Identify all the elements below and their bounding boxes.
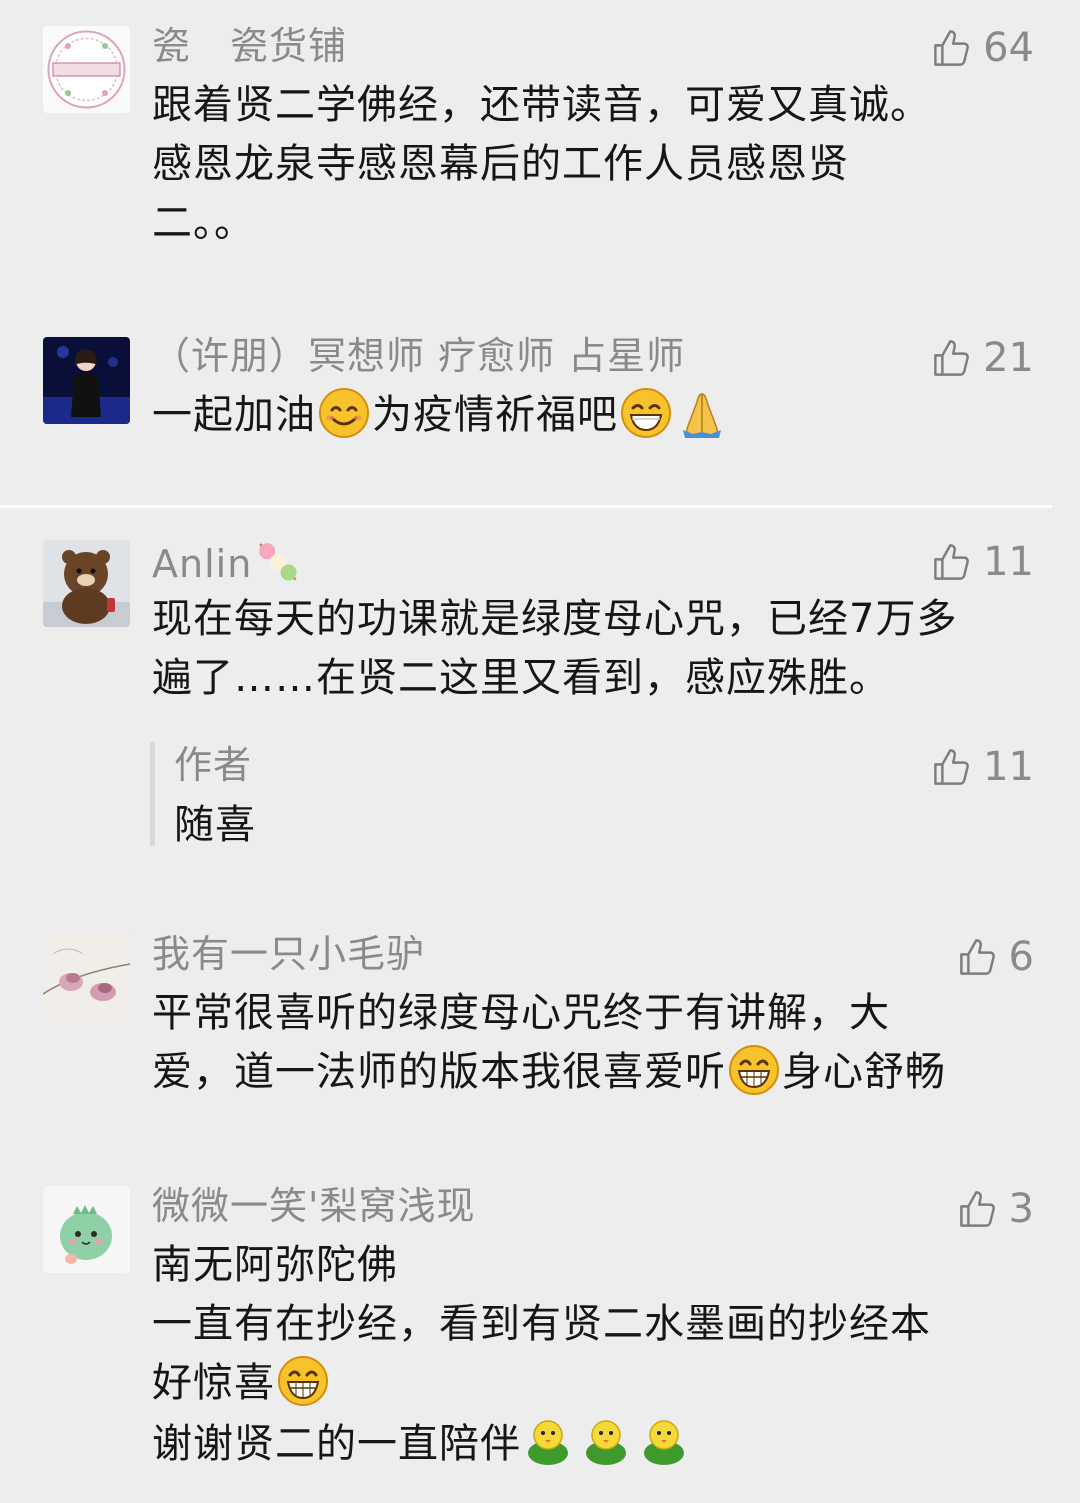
- comment-line: 南无阿弥陀佛: [152, 1242, 398, 1288]
- like-count: 11: [983, 539, 1034, 585]
- reply-author: 作者: [174, 743, 253, 787]
- avatar[interactable]: [43, 540, 130, 627]
- like-count: 6: [1008, 934, 1034, 980]
- comment-nickname[interactable]: Anlin: [152, 537, 302, 588]
- green-chick-sticker: [521, 1413, 575, 1467]
- grinning-face-emoji: [727, 1043, 781, 1097]
- avatar[interactable]: [43, 1186, 130, 1273]
- comment-text-part: 一起加油: [152, 392, 316, 438]
- comment-text-part: 好惊喜: [152, 1360, 275, 1406]
- thumbs-up-icon: [934, 30, 969, 66]
- section-divider: [0, 505, 1052, 508]
- comment-nickname[interactable]: 微微一笑'梨窝浅现: [152, 1182, 475, 1230]
- thumbs-up-icon: [959, 1191, 995, 1227]
- comment-text: 一起加油 为疫情祈福吧: [152, 386, 1032, 445]
- comment-nickname[interactable]: 瓷 瓷货铺: [152, 22, 347, 70]
- dango-emoji: [253, 537, 301, 585]
- reply-indicator-bar: [150, 742, 155, 846]
- thumbs-up-icon: [934, 340, 969, 376]
- reply-like-button[interactable]: 11: [931, 743, 1034, 791]
- comment-text: 跟着贤二学佛经，还带读音，可爱又真诚。 感恩龙泉寺感恩幕后的工作人员感恩贤 二。…: [152, 76, 1032, 253]
- thumbs-up-icon: [959, 939, 995, 975]
- comment-line: 二。。: [152, 200, 255, 246]
- like-button[interactable]: 6: [957, 933, 1034, 981]
- like-button[interactable]: 64: [931, 24, 1034, 72]
- comment-line: 感恩龙泉寺感恩幕后的工作人员感恩贤: [152, 141, 849, 187]
- like-button[interactable]: 11: [931, 538, 1034, 586]
- comment-text-part: 谢谢贤二的一直陪伴: [152, 1421, 521, 1467]
- comment-text-part: 身心舒畅: [782, 1049, 946, 1095]
- comment-text-part: 爱，道一法师的版本我很喜爱听: [152, 1049, 726, 1095]
- comment-line: 爱，道一法师的版本我很喜爱听 身心舒畅: [152, 1043, 1032, 1102]
- grinning-face-emoji: [619, 386, 673, 440]
- comment-text: 平常很喜听的绿度母心咒终于有讲解，大 爱，道一法师的版本我很喜爱听 身心舒畅: [152, 984, 1032, 1102]
- comment-nickname[interactable]: （许朋）冥想师 疗愈师 占星师: [152, 332, 685, 380]
- comment-line: 跟着贤二学佛经，还带读音，可爱又真诚。: [152, 82, 931, 128]
- comment-line: 一直有在抄经，看到有贤二水墨画的抄经本: [152, 1301, 931, 1347]
- like-count: 21: [983, 335, 1034, 381]
- nickname-text: Anlin: [152, 542, 253, 586]
- comment-nickname[interactable]: 我有一只小毛驴: [152, 930, 425, 978]
- grinning-face-emoji: [276, 1354, 330, 1408]
- comment-line: 现在每天的功课就是绿度母心咒，已经7万多: [152, 596, 958, 642]
- reply-text: 随喜: [174, 796, 1054, 855]
- smiling-face-emoji: [317, 386, 371, 440]
- avatar[interactable]: [43, 934, 130, 1021]
- like-button[interactable]: 3: [957, 1185, 1034, 1233]
- comment-text: 现在每天的功课就是绿度母心咒，已经7万多 遍了……在贤二这里又看到，感应殊胜。: [152, 590, 1032, 708]
- like-count: 3: [1008, 1186, 1034, 1232]
- comment-line: 好惊喜: [152, 1354, 1032, 1413]
- comment-text: 南无阿弥陀佛 一直有在抄经，看到有贤二水墨画的抄经本 好惊喜 谢谢贤二的一直陪伴: [152, 1236, 1032, 1474]
- green-chick-sticker: [637, 1413, 691, 1467]
- comment-line: 谢谢贤二的一直陪伴: [152, 1413, 1032, 1474]
- thumbs-up-icon: [934, 544, 969, 580]
- like-count: 64: [983, 25, 1034, 71]
- comment-line: 遍了……在贤二这里又看到，感应殊胜。: [152, 655, 890, 701]
- green-chick-sticker: [579, 1413, 633, 1467]
- comment-text-part: 为疫情祈福吧: [372, 392, 618, 438]
- comment-line: 一起加油 为疫情祈福吧: [152, 386, 1032, 445]
- reply-line: 随喜: [174, 802, 256, 848]
- folded-hands-emoji: [675, 386, 729, 440]
- like-count: 11: [983, 744, 1034, 790]
- comment-line: 平常很喜听的绿度母心咒终于有讲解，大: [152, 990, 890, 1036]
- avatar[interactable]: [43, 337, 130, 424]
- thumbs-up-icon: [934, 749, 969, 785]
- avatar[interactable]: [43, 26, 130, 113]
- like-button[interactable]: 21: [931, 334, 1034, 382]
